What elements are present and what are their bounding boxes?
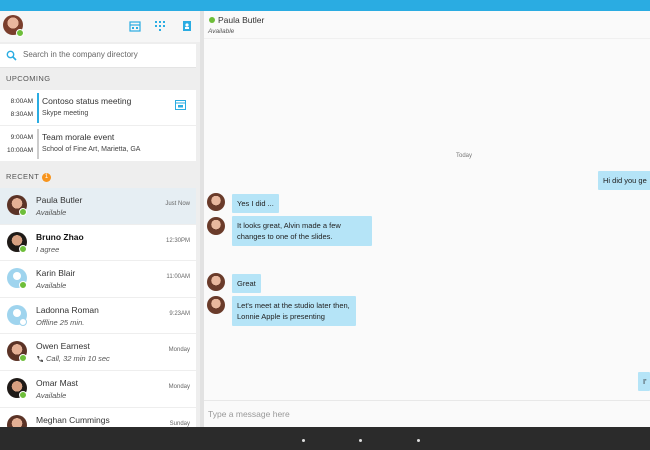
offline-status-icon xyxy=(19,317,27,326)
contact-time: Monday xyxy=(168,383,190,390)
contact-time: Sunday xyxy=(169,420,190,427)
contact-time: 9:23AM xyxy=(169,310,190,317)
join-meeting-icon[interactable] xyxy=(175,99,186,110)
contact-time: 12:30PM xyxy=(165,237,190,244)
message-bubble-sent: Hi did you ge xyxy=(598,171,650,190)
message-bubble-received: It looks great, Alvin made a few changes… xyxy=(232,216,372,246)
meeting-item[interactable]: 9:00AM 10:00AM Team morale event School … xyxy=(0,126,196,162)
message-composer[interactable]: Type a message here xyxy=(204,400,650,427)
calendar-icon[interactable] xyxy=(129,20,141,32)
contact-item[interactable]: Owen Earnest Call, 32 min 10 sec Monday xyxy=(0,334,196,371)
meeting-color-bar xyxy=(37,93,39,123)
meeting-subtitle: School of Fine Art, Marietta, GA xyxy=(42,146,141,153)
avatar xyxy=(207,296,225,314)
meeting-start: 8:00AM xyxy=(10,98,33,105)
search-icon xyxy=(6,50,17,61)
left-panel: Search in the company directory UPCOMING… xyxy=(0,11,200,427)
message-bubble-sent: I' xyxy=(638,372,650,391)
meeting-item[interactable]: 8:00AM 8:30AM Contoso status meeting Sky… xyxy=(0,90,196,126)
title-bar xyxy=(0,0,650,11)
my-status-icon xyxy=(16,29,24,37)
contact-name: Paula Butler xyxy=(36,195,83,205)
dialpad-icon[interactable] xyxy=(154,20,166,32)
contact-time: Just Now xyxy=(165,201,190,207)
contact-time: Monday xyxy=(168,347,190,354)
meeting-title: Team morale event xyxy=(42,132,115,142)
contact-name: Owen Earnest xyxy=(36,341,90,352)
contact-status: Available xyxy=(36,390,67,400)
conversation-contact-status: Available xyxy=(208,28,235,35)
contact-name: Meghan Cummings xyxy=(36,414,110,425)
avatar xyxy=(207,193,225,211)
message-bubble-received: Yes I did ... xyxy=(232,194,279,213)
message-bubble-received: Let's meet at the studio later then, Lon… xyxy=(232,296,356,326)
contact-status: Call, 32 min 10 sec xyxy=(46,354,110,364)
meeting-end: 10:00AM xyxy=(6,147,33,154)
avatar xyxy=(207,217,225,235)
meeting-start: 9:00AM xyxy=(10,134,33,141)
contact-item[interactable]: Omar Mast Available Monday xyxy=(0,370,196,408)
contact-name: Omar Mast xyxy=(36,377,79,388)
conversation-contact-name[interactable]: Paula Butler xyxy=(218,15,264,25)
taskbar-dot xyxy=(359,439,362,442)
contact-item[interactable]: Meghan Cummings Sunday xyxy=(0,407,196,427)
contact-name: Ladonna Roman xyxy=(36,304,99,315)
notification-badge: 1 xyxy=(42,172,52,182)
recent-label: RECENT 1 xyxy=(0,166,200,188)
contact-item[interactable]: Karin Blair Available 11:00AM xyxy=(0,261,196,298)
available-status-icon xyxy=(19,390,27,399)
meeting-title: Contoso status meeting xyxy=(42,96,132,106)
contacts-book-icon[interactable] xyxy=(181,20,193,32)
available-status-icon xyxy=(19,208,27,216)
recent-label-text: RECENT xyxy=(6,172,40,181)
contact-status: I agree xyxy=(36,244,60,254)
avatar xyxy=(7,414,27,427)
taskbar xyxy=(0,427,650,450)
upcoming-label: UPCOMING xyxy=(6,74,51,83)
contact-item[interactable]: Paula Butler Available Just Now xyxy=(0,188,196,225)
day-separator: Today xyxy=(456,153,473,159)
available-status-icon xyxy=(209,17,215,23)
contact-item[interactable]: Ladonna Roman Offline 25 min. 9:23AM xyxy=(0,297,196,335)
phone-icon xyxy=(37,356,43,363)
left-header xyxy=(0,11,200,42)
composer-placeholder: Type a message here xyxy=(208,409,290,419)
contact-status: Available xyxy=(36,281,67,291)
meeting-end: 8:30AM xyxy=(10,111,33,118)
contact-name: Karin Blair xyxy=(36,268,76,279)
contact-name: Bruno Zhao xyxy=(36,231,84,242)
meeting-color-bar xyxy=(37,129,39,159)
message-bubble-received: Great xyxy=(232,274,261,293)
available-status-icon xyxy=(19,354,27,363)
contact-status: Offline 25 min. xyxy=(36,317,85,327)
contact-item[interactable]: Bruno Zhao I agree 12:30PM xyxy=(0,224,196,262)
contact-status: Available xyxy=(36,208,67,217)
taskbar-dot xyxy=(417,439,420,442)
available-status-icon xyxy=(19,281,27,290)
directory-search[interactable]: Search in the company directory xyxy=(0,44,196,68)
contact-time: 11:00AM xyxy=(166,274,190,281)
meeting-subtitle: Skype meeting xyxy=(42,110,89,117)
taskbar-dot xyxy=(302,439,305,442)
available-status-icon xyxy=(19,244,27,253)
search-placeholder: Search in the company directory xyxy=(23,50,138,59)
avatar xyxy=(207,273,225,291)
conversation-panel: Paula Butler Available Today Hi did you … xyxy=(204,11,650,427)
conversation-header: Paula Butler Available xyxy=(204,11,650,39)
